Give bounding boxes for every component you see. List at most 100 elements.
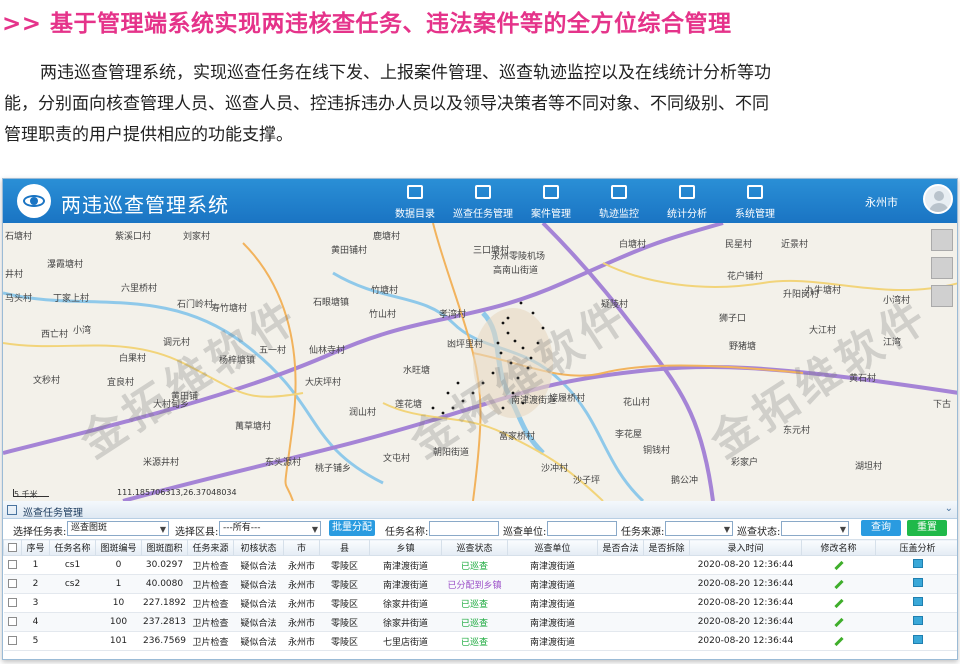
monitor-icon xyxy=(747,185,763,199)
edit-icon[interactable] xyxy=(801,593,876,613)
layers-icon xyxy=(407,185,423,199)
map-place-label: 水旺塘 xyxy=(403,366,431,376)
edit-icon[interactable] xyxy=(801,574,876,594)
map-place-label: 凼坪里村 xyxy=(447,340,484,350)
cell-name: cs1 xyxy=(49,555,96,575)
map-zoom-in-icon[interactable] xyxy=(931,257,953,279)
unit-input[interactable] xyxy=(547,521,617,536)
select-all-checkbox[interactable] xyxy=(3,539,22,556)
map-place-label: 富家桥村 xyxy=(499,432,536,442)
row-checkbox[interactable] xyxy=(3,555,22,575)
map-place-label: 永州零陵机场 xyxy=(491,252,546,262)
nav-item[interactable]: 数据目录 xyxy=(381,179,449,223)
task-table-select[interactable]: 巡查图斑 ▼ xyxy=(67,521,169,536)
row-checkbox[interactable] xyxy=(3,574,22,594)
row-checkbox[interactable] xyxy=(3,593,22,613)
column-header[interactable]: 图斑编号 xyxy=(95,539,142,556)
intro-line: 能，分别面向核查管理人员、巡查人员、控违拆违办人员以及领导决策者等不同对象、不同… xyxy=(4,94,769,114)
map-place-label: 井村 xyxy=(5,270,24,280)
column-header[interactable]: 是否合法 xyxy=(597,539,644,556)
cell-code: 101 xyxy=(95,631,142,651)
table-row[interactable]: 4 100 237.2813 卫片检查 疑似合法 永州市 零陵区 徐家井街道 已巡查 南津渡街道 2… xyxy=(3,612,957,632)
cell-town: 徐家井街道 xyxy=(369,593,442,613)
cell-demolished xyxy=(643,555,690,575)
nav-item-label: 案件管理 xyxy=(531,209,571,220)
gavel-icon xyxy=(543,185,559,199)
nav-item-label: 巡查任务管理 xyxy=(453,209,513,220)
map-place-label: 紫溪口村 xyxy=(115,232,152,242)
batch-assign-button[interactable]: 批量分配 xyxy=(329,520,375,536)
overlay-analysis-icon[interactable] xyxy=(875,593,957,613)
cell-county: 零陵区 xyxy=(319,631,370,651)
table-row[interactable]: 1 cs1 0 30.0297 卫片检查 疑似合法 永州市 零陵区 南津渡街道 已巡查 南津渡街道 2… xyxy=(3,555,957,575)
column-header[interactable]: 修改名称 xyxy=(801,539,876,556)
column-header[interactable]: 初核状态 xyxy=(233,539,284,556)
reset-button[interactable]: 重置 xyxy=(907,520,947,536)
nav-item[interactable]: 案件管理 xyxy=(517,179,585,223)
map-place-label: 竹山村 xyxy=(369,310,397,320)
column-header[interactable]: 图斑面积 xyxy=(141,539,188,556)
map-zoom-out-icon[interactable] xyxy=(931,285,953,307)
app-title: 两违巡查管理系统 xyxy=(61,193,229,217)
cell-source: 卫片检查 xyxy=(187,555,234,575)
cell-status: 已分配到乡镇 xyxy=(441,574,508,594)
task-name-input[interactable] xyxy=(429,521,499,536)
table-row[interactable]: 2 cs2 1 40.0080 卫片检查 疑似合法 永州市 零陵区 南津渡街道 已分配到乡镇 南津渡… xyxy=(3,574,957,594)
column-header[interactable]: 是否拆除 xyxy=(643,539,690,556)
column-header[interactable]: 乡镇 xyxy=(369,539,442,556)
row-checkbox[interactable] xyxy=(3,631,22,651)
row-checkbox[interactable] xyxy=(3,612,22,632)
column-header[interactable]: 县 xyxy=(319,539,370,556)
nav-item[interactable]: 系统管理 xyxy=(721,179,789,223)
overlay-analysis-icon[interactable] xyxy=(875,574,957,594)
nav-item[interactable]: 巡查任务管理 xyxy=(449,179,517,223)
status-select[interactable]: ▼ xyxy=(781,521,849,536)
overlay-analysis-icon[interactable] xyxy=(875,612,957,632)
map-layer-tool-icon[interactable] xyxy=(931,229,953,251)
overlay-analysis-icon[interactable] xyxy=(875,555,957,575)
collapse-icon[interactable]: ⌄ xyxy=(945,503,953,514)
cell-time: 2020-08-20 12:36:44 xyxy=(689,555,802,575)
cell-city: 永州市 xyxy=(283,631,320,651)
column-header[interactable]: 录入时间 xyxy=(689,539,802,556)
cell-code: 1 xyxy=(95,574,142,594)
column-header[interactable]: 任务名称 xyxy=(49,539,96,556)
map-place-label: 近景村 xyxy=(781,240,809,250)
cell-legal xyxy=(597,574,644,594)
cell-area: 40.0080 xyxy=(141,574,188,594)
column-header[interactable]: 巡查单位 xyxy=(507,539,598,556)
map-place-label: 民星村 xyxy=(725,240,753,250)
map-view[interactable]: 石塘村 紫溪口村 刘家村 黄田铺村 鹿塘村 三口塘村 白塘村 民星村 近景村 井村 瀑霞塘村 竹塘村永… xyxy=(3,223,957,501)
column-header[interactable]: 任务来源 xyxy=(187,539,234,556)
table-row[interactable]: 3 10 227.1892 卫片检查 疑似合法 永州市 零陵区 徐家井街道 已巡查 南津渡街道 20… xyxy=(3,593,957,613)
edit-icon[interactable] xyxy=(801,612,876,632)
car-icon xyxy=(611,185,627,199)
map-coordinates: 111.185706313,26.37048034 xyxy=(117,488,237,497)
cell-name xyxy=(49,612,96,632)
column-header[interactable]: 压盖分析 xyxy=(875,539,957,556)
table-row[interactable]: 5 101 236.7569 卫片检查 疑似合法 永州市 零陵区 七里店街道 已巡查 南津渡街道 2… xyxy=(3,631,957,651)
cell-unit: 南津渡街道 xyxy=(507,574,598,594)
unit-label: 巡查单位: xyxy=(503,527,547,538)
column-header[interactable]: 市 xyxy=(283,539,320,556)
cell-county: 零陵区 xyxy=(319,593,370,613)
region-select[interactable]: ---所有--- ▼ xyxy=(219,521,321,536)
overlay-analysis-icon[interactable] xyxy=(875,631,957,651)
map-place-label: 狮子口 xyxy=(719,314,747,324)
nav-item[interactable]: 统计分析 xyxy=(653,179,721,223)
column-header[interactable]: 巡查状态 xyxy=(441,539,508,556)
cell-check: 疑似合法 xyxy=(233,555,284,575)
cell-time: 2020-08-20 12:36:44 xyxy=(689,612,802,632)
nav-item[interactable]: 轨迹监控 xyxy=(585,179,653,223)
cell-legal xyxy=(597,593,644,613)
region-selector[interactable]: 永州市 xyxy=(865,194,898,210)
column-header[interactable]: 序号 xyxy=(21,539,50,556)
map-place-label: 铜钱村 xyxy=(643,446,671,456)
query-button[interactable]: 查询 xyxy=(861,520,901,536)
avatar[interactable] xyxy=(923,184,953,214)
edit-icon[interactable] xyxy=(801,555,876,575)
map-place-label: 六里桥村 xyxy=(121,284,158,294)
map-place-label: 小湾 xyxy=(73,326,92,336)
edit-icon[interactable] xyxy=(801,631,876,651)
source-select[interactable]: ▼ xyxy=(665,521,733,536)
